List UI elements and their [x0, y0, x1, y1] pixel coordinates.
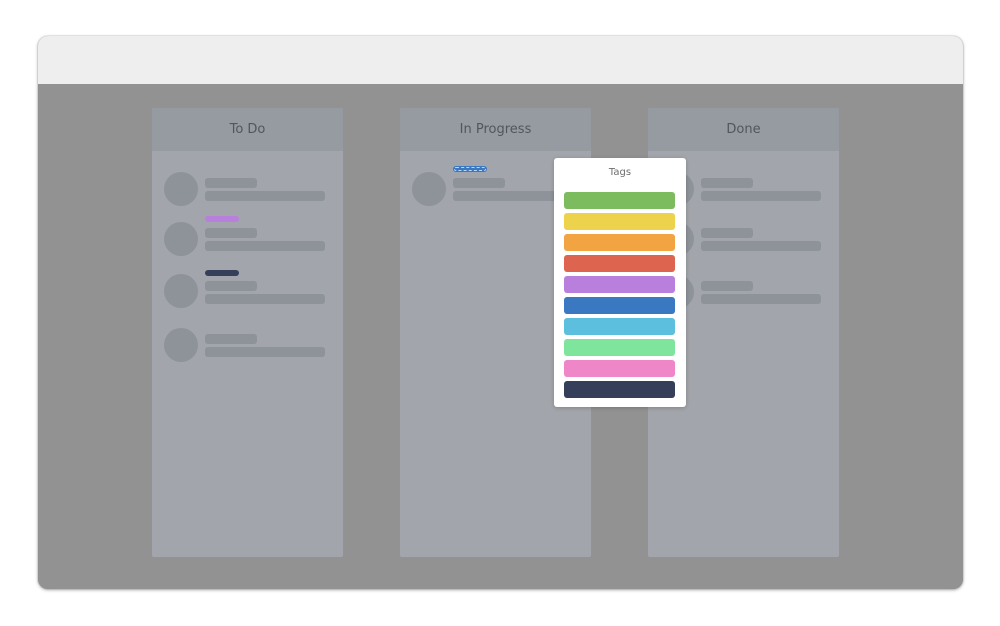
- card-text-placeholder: [701, 191, 821, 201]
- card-text-placeholder: [205, 294, 325, 304]
- card-text-placeholder: [205, 347, 325, 357]
- avatar: [164, 222, 198, 256]
- column-header-done: Done: [648, 108, 839, 151]
- card-title-placeholder: [701, 178, 753, 188]
- tag-option-purple[interactable]: [564, 276, 675, 293]
- card[interactable]: [164, 270, 334, 310]
- card-tag-selected[interactable]: [453, 166, 487, 172]
- avatar: [164, 172, 198, 206]
- card-title-placeholder: [205, 334, 257, 344]
- card-title-placeholder: [205, 178, 257, 188]
- popover-title: Tags: [608, 167, 632, 178]
- column-header-in-progress: In Progress: [400, 108, 591, 151]
- card-tag: [205, 216, 239, 222]
- card-text-placeholder: [205, 241, 325, 251]
- card-text-placeholder: [701, 241, 821, 251]
- card-text-placeholder: [205, 191, 325, 201]
- card-title-placeholder: [205, 228, 257, 238]
- tag-option-red[interactable]: [564, 255, 675, 272]
- card-tag: [205, 270, 239, 276]
- card-title-placeholder: [453, 178, 505, 188]
- tag-option-orange[interactable]: [564, 234, 675, 251]
- card-title-placeholder: [205, 281, 257, 291]
- tag-option-lime[interactable]: [564, 339, 675, 356]
- tag-option-yellow[interactable]: [564, 213, 675, 230]
- card-title-placeholder: [701, 281, 753, 291]
- card[interactable]: [164, 172, 334, 212]
- avatar: [164, 274, 198, 308]
- column-todo: To Do: [152, 108, 343, 557]
- window-titlebar: [38, 36, 963, 84]
- tag-option-green[interactable]: [564, 192, 675, 209]
- avatar: [164, 328, 198, 362]
- tag-option-blue[interactable]: [564, 297, 675, 314]
- card-title-placeholder: [701, 228, 753, 238]
- app-window: To Do In Progress Done: [38, 36, 963, 589]
- kanban-board: To Do In Progress Done: [38, 84, 963, 589]
- avatar: [412, 172, 446, 206]
- card-text-placeholder: [701, 294, 821, 304]
- card[interactable]: [164, 216, 334, 256]
- tag-option-navy[interactable]: [564, 381, 675, 398]
- tag-option-pink[interactable]: [564, 360, 675, 377]
- card[interactable]: [164, 324, 334, 364]
- tag-option-sky[interactable]: [564, 318, 675, 335]
- tags-popover: Tags: [554, 158, 686, 407]
- column-header-todo: To Do: [152, 108, 343, 151]
